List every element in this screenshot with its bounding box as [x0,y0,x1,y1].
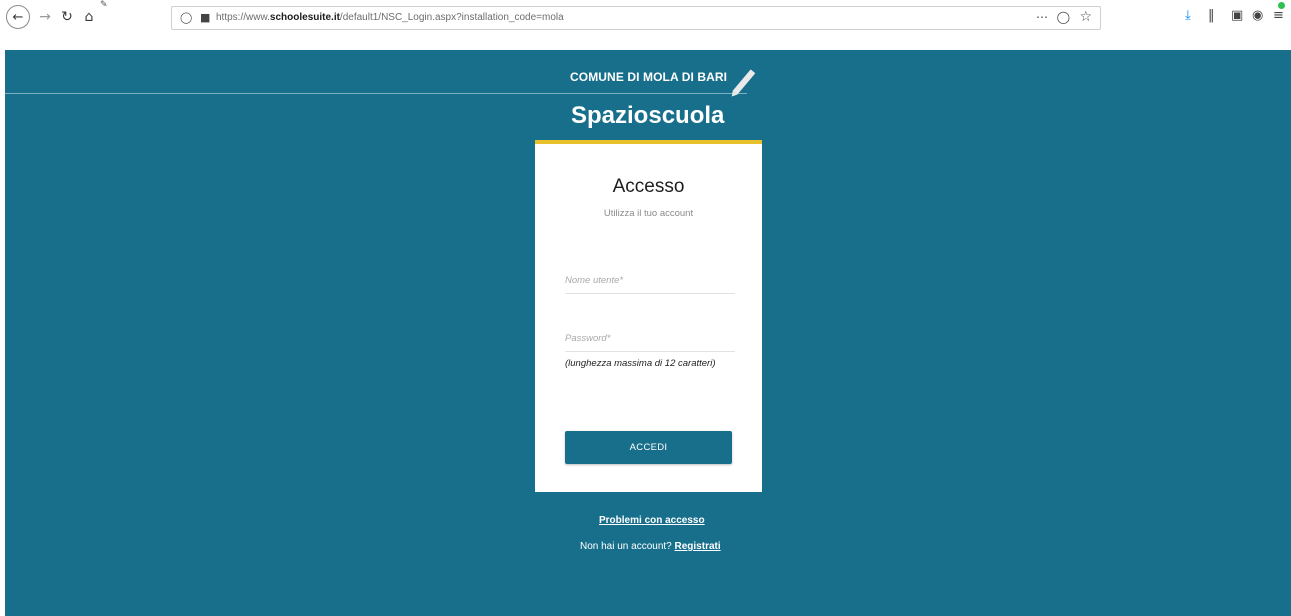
ellipsis-icon[interactable]: ⋯ [1036,10,1048,24]
no-account-text: Non hai un account? [580,541,675,552]
forward-icon[interactable]: → [34,6,56,28]
menu-icon[interactable]: ≡ [1273,2,1285,23]
url-text[interactable]: https://www.schoolesuite.it/default1/NSC… [216,12,564,23]
sidebar-icon[interactable]: ▣ [1231,8,1243,23]
mouse-cursor-icon: ✎ [100,0,108,10]
reload-icon[interactable]: ↻ [56,6,78,28]
login-page: COMUNE DI MOLA DI BARI Spazioscuola Acce… [5,50,1291,616]
brand-title: Spazioscuola [571,102,725,129]
account-icon[interactable]: ◉ [1252,8,1263,23]
login-card: Accesso Utilizza il tuo account (lunghez… [535,140,762,492]
update-badge [1278,2,1285,9]
password-input[interactable] [565,326,735,352]
browser-toolbar: ← → ↻ ⌂ ✎ ◯ ■ https://www.schoolesuite.i… [0,0,1291,36]
address-bar[interactable]: ◯ ■ https://www.schoolesuite.it/default1… [171,6,1101,30]
header-divider [5,93,747,94]
lock-icon[interactable]: ■ [200,11,210,24]
back-icon[interactable]: ← [6,5,30,29]
library-icon[interactable]: ‖ [1208,8,1215,23]
pocket-icon[interactable]: ◯ [1057,10,1070,24]
star-icon[interactable]: ☆ [1079,9,1092,25]
no-account-row: Non hai un account? Registrati [580,541,721,552]
register-link[interactable]: Registrati [675,541,721,552]
pencil-icon [732,69,756,95]
problems-link[interactable]: Problemi con accesso [599,515,705,526]
login-title: Accesso [612,176,685,197]
municipality-label: COMUNE DI MOLA DI BARI [570,70,728,84]
login-button[interactable]: ACCEDI [565,431,732,464]
shield-icon[interactable]: ◯ [180,11,192,24]
login-subtitle: Utilizza il tuo account [603,208,694,219]
username-input[interactable] [565,268,735,294]
home-icon[interactable]: ⌂ [78,6,100,28]
download-icon[interactable]: ⤓ [1185,8,1191,23]
password-hint: (lunghezza massima di 12 caratteri) [565,358,716,369]
